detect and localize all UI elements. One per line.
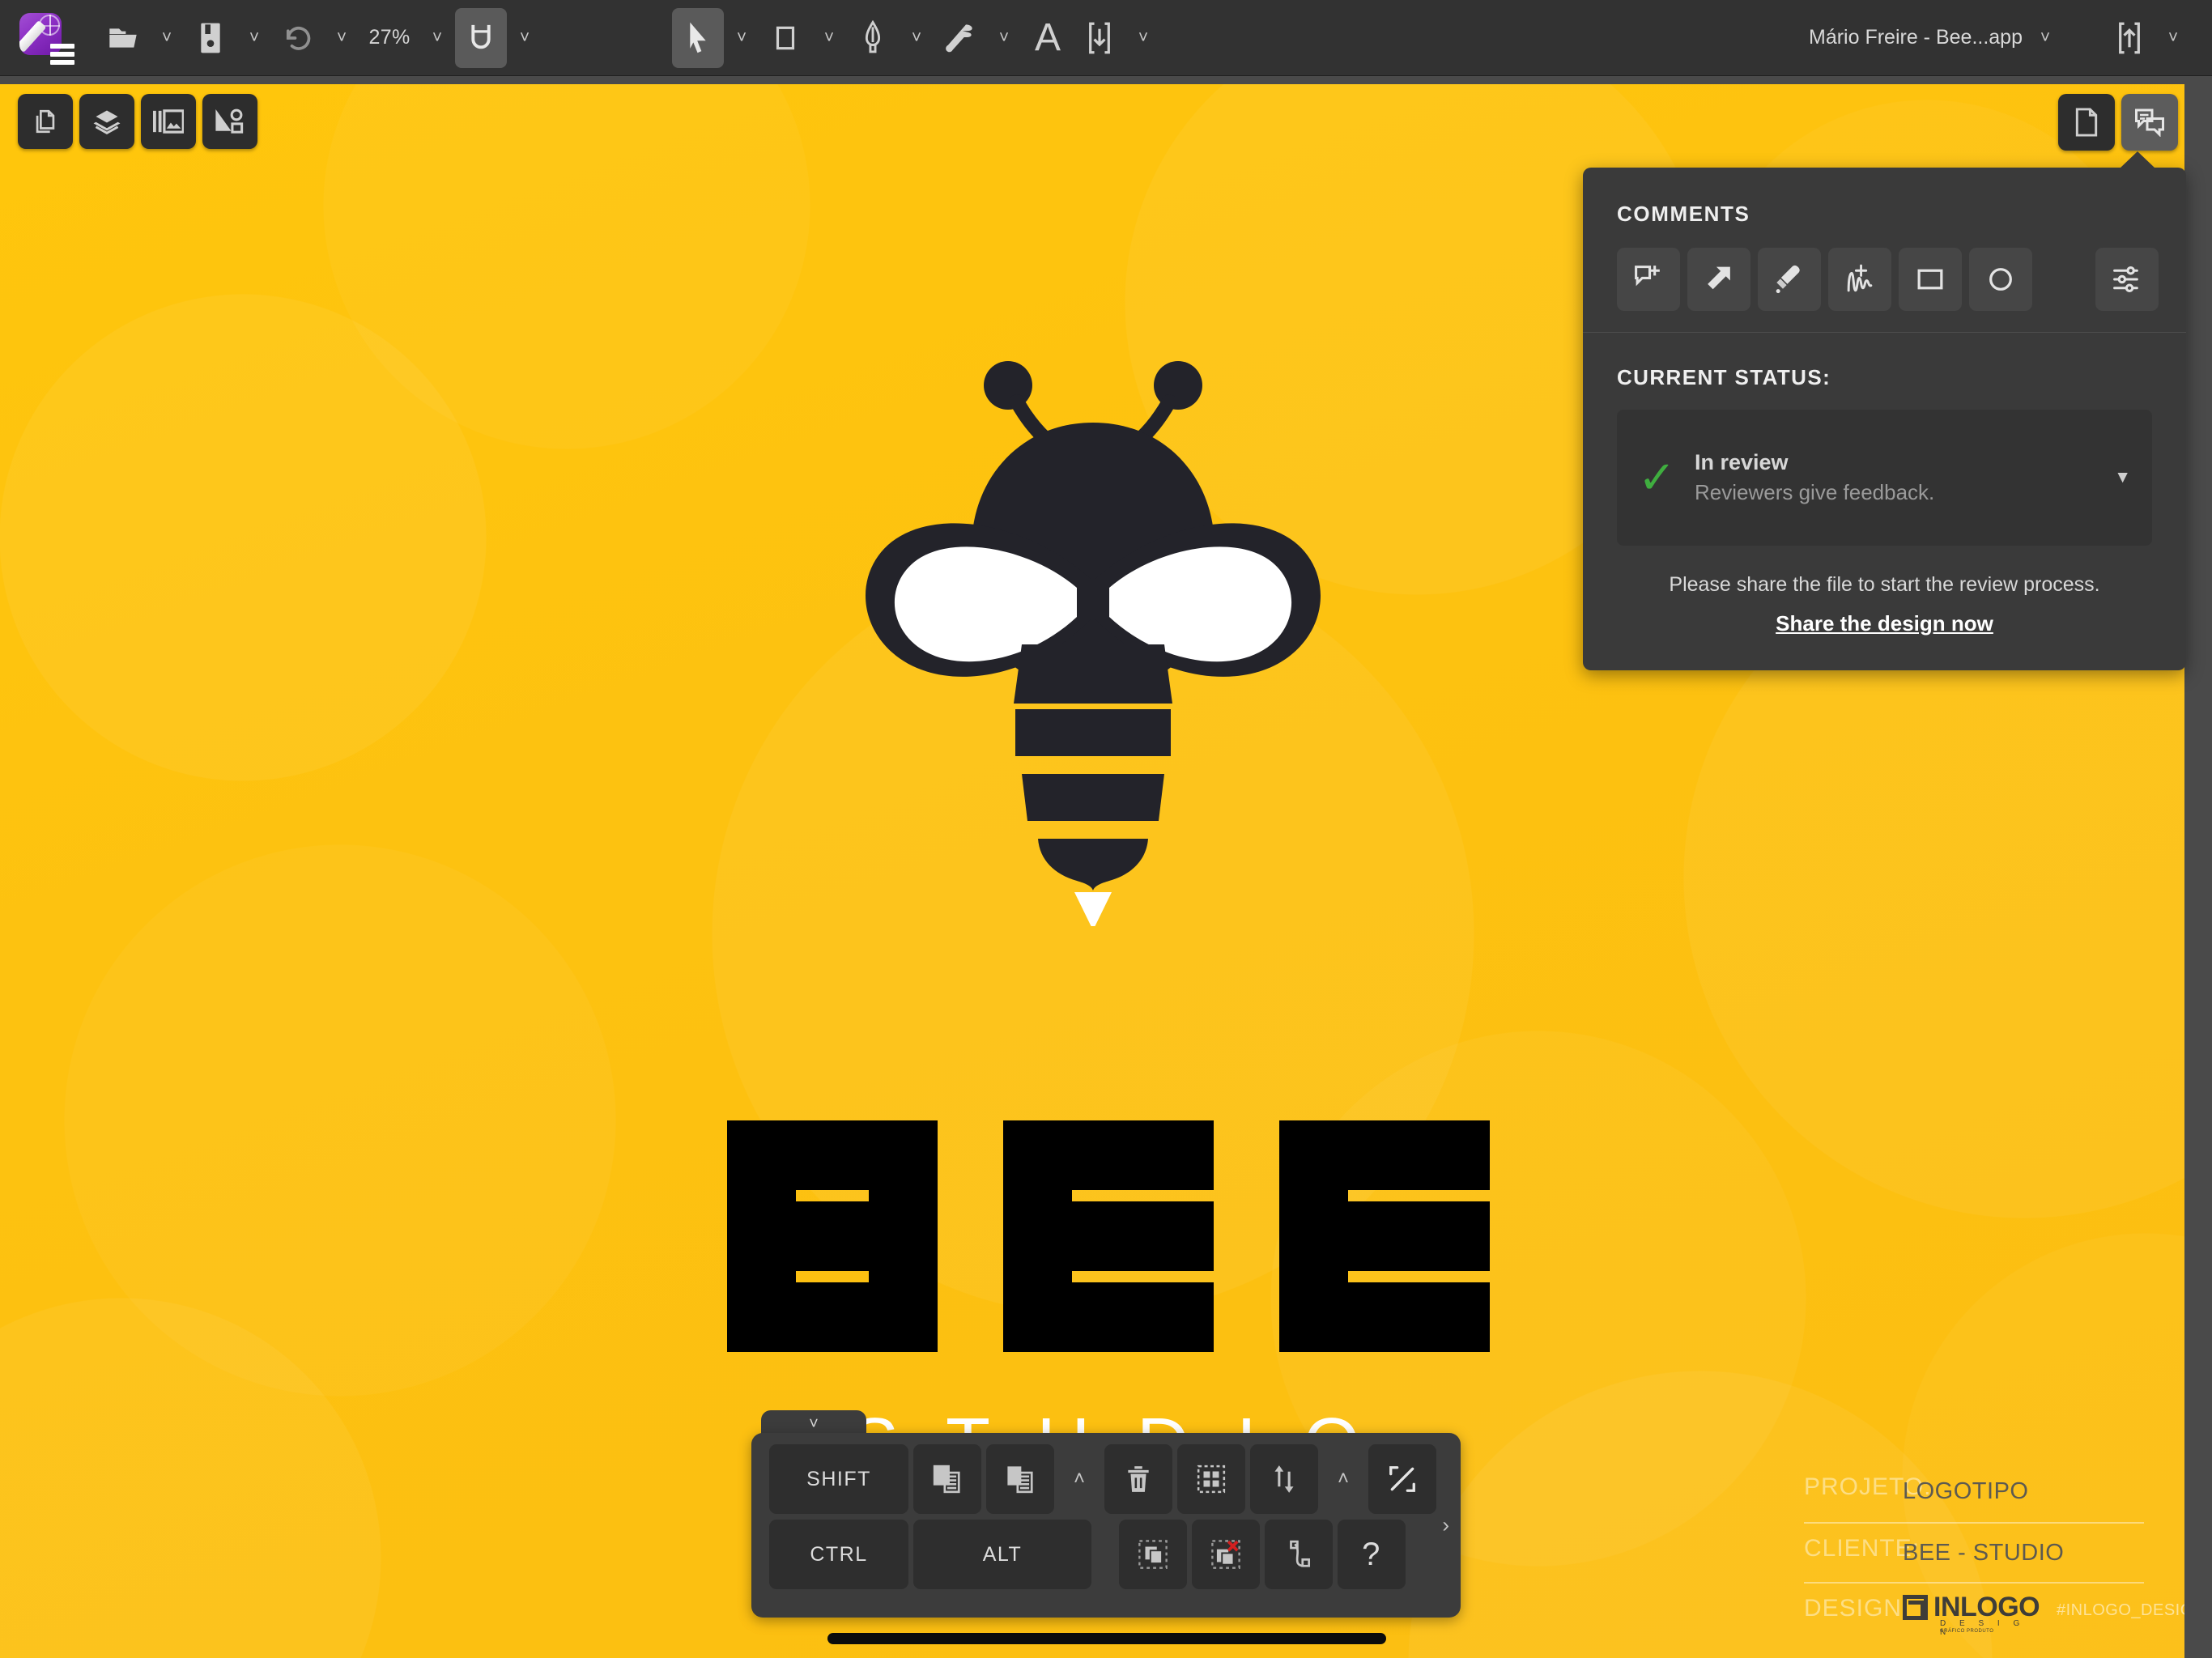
annotation-tools-row <box>1583 227 2186 332</box>
zoom-level[interactable]: 27% <box>359 8 419 68</box>
snapping-button[interactable] <box>455 7 507 68</box>
rectangle-annotation-tool[interactable] <box>1899 248 1962 311</box>
move-tool-caret[interactable]: ˅ <box>724 8 759 68</box>
artwork-credits: PROJETO: LOGOTIPO CLIENTE: BEE - STUDIO … <box>1804 1462 2205 1642</box>
grid-select-icon[interactable] <box>1177 1444 1245 1514</box>
status-chevron-down-icon[interactable]: ▼ <box>2114 468 2131 487</box>
share-note: Please share the file to start the revie… <box>1669 573 2100 596</box>
right-panel-toggles <box>2058 94 2178 151</box>
duplicate-selection-icon[interactable] <box>1119 1520 1187 1589</box>
place-image-button[interactable] <box>1074 8 1125 68</box>
comments-panel-title: COMMENTS <box>1617 202 1750 226</box>
share-design-link[interactable]: Share the design now <box>1583 597 2186 670</box>
status-description: Reviewers give feedback. <box>1695 480 1935 504</box>
node-curve-icon[interactable] <box>1265 1520 1333 1589</box>
wordmark-letter-e2 <box>1271 1114 1490 1357</box>
inlogo-hashtag: #INLOGO_DESIGN <box>2057 1601 2206 1619</box>
undo-button[interactable] <box>272 8 324 68</box>
open-file-button[interactable] <box>97 8 149 68</box>
inlogo-sub: D E S I G N <box>1940 1619 2026 1637</box>
credit-value: LOGOTIPO <box>1903 1478 2029 1504</box>
caret-up-icon-2[interactable]: ˄ <box>1323 1444 1363 1514</box>
document-title-caret[interactable]: ˅ <box>2027 8 2063 68</box>
comments-panel-toggle[interactable] <box>2121 94 2178 151</box>
text-tool-label: A <box>1034 16 1061 59</box>
hamburger-icon[interactable] <box>50 43 74 65</box>
paste-icon[interactable] <box>986 1444 1054 1514</box>
caret-up-icon-1[interactable]: ˄ <box>1059 1444 1100 1514</box>
horizontal-scrollbar[interactable] <box>827 1633 1386 1644</box>
annotation-settings-button[interactable] <box>2095 248 2159 311</box>
status-name: In review <box>1695 450 1789 474</box>
wordmark-letter-e1 <box>995 1114 1214 1357</box>
export-persona-button[interactable] <box>2104 8 2155 68</box>
snapping-caret[interactable]: ˅ <box>507 8 542 68</box>
ctrl-key[interactable]: CTRL <box>769 1520 908 1589</box>
save-file-button[interactable] <box>185 8 236 68</box>
sidebar-item-assets[interactable] <box>141 94 196 149</box>
canvas-right-gutter <box>2184 152 2212 1658</box>
flip-vertical-icon[interactable] <box>1250 1444 1318 1514</box>
text-tool-button[interactable]: A <box>1022 8 1074 68</box>
export-caret[interactable]: ˅ <box>2155 8 2191 68</box>
alt-key[interactable]: ALT <box>913 1520 1091 1589</box>
rectangle-tool-button[interactable] <box>759 8 811 68</box>
bee-logo-illustration[interactable] <box>834 359 1352 930</box>
pen-tool-caret[interactable]: ˅ <box>899 8 934 68</box>
duplicate-icon[interactable] <box>913 1444 981 1514</box>
credit-row-design: DESIGN: INLOGO D E S I G N GRÁFICO PRODU… <box>1804 1582 2205 1642</box>
hud-collapse-icon: ˅ <box>809 1415 819 1433</box>
credit-value: BEE - STUDIO <box>1903 1540 2065 1566</box>
status-dropdown[interactable]: ✓ In review Reviewers give feedback. ▼ <box>1617 410 2152 546</box>
affinity-app-icon[interactable] <box>18 12 74 65</box>
zoom-caret[interactable]: ˅ <box>419 8 455 68</box>
wordmark-letter-b <box>719 1114 938 1357</box>
document-title[interactable]: Mário Freire - Bee...app <box>1809 26 2027 49</box>
shift-key[interactable]: SHIFT <box>769 1444 908 1514</box>
undo-caret[interactable]: ˅ <box>324 8 359 68</box>
comments-panel-pointer <box>2120 151 2155 168</box>
move-tool-button[interactable] <box>672 7 724 68</box>
inlogo-sub2: GRÁFICO PRODUTO <box>1940 1629 1994 1634</box>
open-file-caret[interactable]: ˅ <box>149 8 185 68</box>
pen-tool-button[interactable] <box>847 8 899 68</box>
bee-wordmark[interactable] <box>719 1114 1490 1357</box>
credit-row-cliente: CLIENTE: BEE - STUDIO <box>1804 1522 2144 1582</box>
hud-row-2: CTRL ALT ? <box>751 1514 1461 1595</box>
left-studio-buttons <box>18 94 257 149</box>
place-image-caret[interactable]: ˅ <box>1125 8 1161 68</box>
tool-controls: ˅ ˅ ˅ ˅ A ˅ <box>672 0 1161 76</box>
freehand-annotation-tool[interactable] <box>1828 248 1891 311</box>
document-controls: Mário Freire - Bee...app ˅ ˅ <box>1809 0 2212 76</box>
comments-panel: COMMENTS CURRENT STATUS: ✓ In review Rev… <box>1583 151 2186 670</box>
inlogo-brandmark: INLOGO D E S I G N GRÁFICO PRODUTO <box>1903 1592 2040 1637</box>
credit-key: DESIGN: <box>1804 1595 1910 1622</box>
pencil-icon <box>19 19 47 53</box>
ellipse-annotation-tool[interactable] <box>1969 248 2032 311</box>
document-panel-toggle[interactable] <box>2058 94 2115 151</box>
file-controls: ˅ ˅ ˅ 27% ˅ ˅ <box>97 0 542 76</box>
sidebar-item-pages[interactable] <box>18 94 73 149</box>
sidebar-item-shapes[interactable] <box>202 94 257 149</box>
shortcut-hud: SHIFT ˄ ˄ › CTRL ALT ? <box>751 1433 1461 1618</box>
vector-brush-caret[interactable]: ˅ <box>986 8 1022 68</box>
resize-icon[interactable] <box>1368 1444 1436 1514</box>
inlogo-square-icon <box>1903 1595 1928 1620</box>
arrow-annotation-tool[interactable] <box>1687 248 1750 311</box>
save-file-caret[interactable]: ˅ <box>236 8 272 68</box>
hud-next-page-icon[interactable]: › <box>1442 1513 1449 1538</box>
rectangle-tool-caret[interactable]: ˅ <box>811 8 847 68</box>
sidebar-item-layers[interactable] <box>79 94 134 149</box>
add-comment-tool[interactable] <box>1617 248 1680 311</box>
current-status-label: CURRENT STATUS: <box>1617 365 1831 389</box>
remove-duplicate-icon[interactable] <box>1192 1520 1260 1589</box>
vector-brush-tool-button[interactable] <box>934 8 986 68</box>
credit-row-projeto: PROJETO: LOGOTIPO <box>1804 1462 2144 1522</box>
delete-icon[interactable] <box>1104 1444 1172 1514</box>
top-toolbar: ˅ ˅ ˅ 27% ˅ ˅ ˅ ˅ ˅ ˅ A ˅ Mário Freire -… <box>0 0 2212 76</box>
highlighter-tool[interactable] <box>1758 248 1821 311</box>
status-check-icon: ✓ <box>1638 452 1676 503</box>
help-key[interactable]: ? <box>1338 1520 1406 1589</box>
hud-row-1: SHIFT ˄ ˄ › <box>751 1433 1461 1537</box>
